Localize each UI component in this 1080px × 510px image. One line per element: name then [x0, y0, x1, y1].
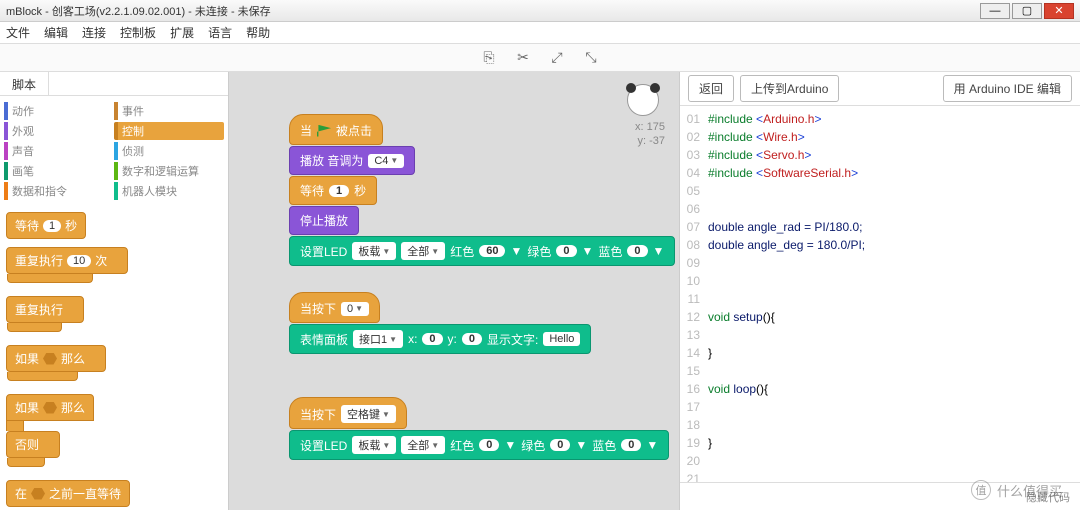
close-button[interactable]: ✕	[1044, 3, 1074, 19]
code-line: 10	[680, 272, 1080, 290]
palette-ifelse-if[interactable]: 如果那么	[6, 394, 94, 421]
code-line: 16void loop(){	[680, 380, 1080, 398]
code-line: 05	[680, 182, 1080, 200]
code-toolbar: 返回 上传到Arduino 用 Arduino IDE 编辑	[680, 72, 1080, 106]
hat-key-pressed-space[interactable]: 当按下空格键▼	[289, 397, 407, 429]
tab-scripts[interactable]: 脚本	[0, 72, 49, 95]
block-palette: 等待1秒 重复执行10次 重复执行 如果那么 如果那么 否则 在之前一直等待 重…	[0, 208, 228, 510]
watermark: 值什么值得买	[971, 480, 1062, 500]
cat-motion[interactable]: 动作	[4, 102, 114, 120]
menu-help[interactable]: 帮助	[246, 24, 270, 41]
cat-looks[interactable]: 外观	[4, 122, 114, 140]
code-line: 07double angle_rad = PI/180.0;	[680, 218, 1080, 236]
script-stack-1[interactable]: 当被点击 播放 音调为C4▼ 等待1秒 停止播放 设置LED板载▼全部▼ 红色6…	[289, 114, 675, 267]
code-line: 12void setup(){	[680, 308, 1080, 326]
block-face-panel[interactable]: 表情面板接口1▼ x:0 y:0 显示文字:Hello	[289, 324, 591, 354]
menu-boards[interactable]: 控制板	[120, 24, 156, 41]
main-area: 脚本 动作 外观 声音 画笔 数据和指令 事件 控制 侦测 数字和逻辑运算 机器…	[0, 72, 1080, 510]
block-play-note[interactable]: 播放 音调为C4▼	[289, 146, 415, 175]
cat-events[interactable]: 事件	[114, 102, 224, 120]
cut-icon[interactable]: ✂	[515, 50, 531, 66]
code-line: 18	[680, 416, 1080, 434]
block-set-led-2[interactable]: 设置LED板载▼全部▼ 红色0▼ 绿色0▼ 蓝色0▼	[289, 430, 669, 460]
cat-sound[interactable]: 声音	[4, 142, 114, 160]
cat-control[interactable]: 控制	[114, 122, 224, 140]
menu-language[interactable]: 语言	[208, 24, 232, 41]
hat-key-pressed-0[interactable]: 当按下0▼	[289, 292, 380, 323]
palette-ifelse-else[interactable]: 否则	[6, 431, 60, 458]
script-stack-3[interactable]: 当按下空格键▼ 设置LED板载▼全部▼ 红色0▼ 绿色0▼ 蓝色0▼	[289, 397, 669, 461]
code-line: 08double angle_deg = 180.0/PI;	[680, 236, 1080, 254]
ide-button[interactable]: 用 Arduino IDE 编辑	[943, 75, 1072, 102]
window-titlebar: mBlock - 创客工场(v2.2.1.09.02.001) - 未连接 - …	[0, 0, 1080, 22]
menu-bar: 文件 编辑 连接 控制板 扩展 语言 帮助	[0, 22, 1080, 44]
palette-wait-until[interactable]: 在之前一直等待	[6, 480, 130, 507]
code-line: 02#include <Wire.h>	[680, 128, 1080, 146]
block-set-led-1[interactable]: 设置LED板载▼全部▼ 红色60▼ 绿色0▼ 蓝色0▼	[289, 236, 675, 266]
palette-repeat[interactable]: 重复执行10次	[6, 247, 128, 274]
minimize-button[interactable]: —	[980, 3, 1010, 19]
cat-robots[interactable]: 机器人模块	[114, 182, 224, 200]
code-line: 20	[680, 452, 1080, 470]
block-stop-play[interactable]: 停止播放	[289, 206, 359, 235]
code-line: 11	[680, 290, 1080, 308]
code-line: 01#include <Arduino.h>	[680, 110, 1080, 128]
category-list: 动作 外观 声音 画笔 数据和指令 事件 控制 侦测 数字和逻辑运算 机器人模块	[0, 96, 228, 208]
code-line: 17	[680, 398, 1080, 416]
cat-pen[interactable]: 画笔	[4, 162, 114, 180]
toolbar: ⎘ ✂ ⤢ ⤡	[0, 44, 1080, 72]
sprite-panda-icon	[627, 84, 659, 116]
code-line: 19}	[680, 434, 1080, 452]
back-button[interactable]: 返回	[688, 75, 734, 102]
code-line: 06	[680, 200, 1080, 218]
window-title: mBlock - 创客工场(v2.2.1.09.02.001) - 未连接 - …	[6, 3, 980, 19]
script-stage[interactable]: x: 175y: -37 当被点击 播放 音调为C4▼ 等待1秒 停止播放 设置…	[228, 72, 680, 510]
code-line: 13	[680, 326, 1080, 344]
hat-flag-clicked[interactable]: 当被点击	[289, 114, 383, 145]
code-line: 04#include <SoftwareSerial.h>	[680, 164, 1080, 182]
grow-icon[interactable]: ⤢	[549, 50, 565, 66]
blocks-panel: 脚本 动作 外观 声音 画笔 数据和指令 事件 控制 侦测 数字和逻辑运算 机器…	[0, 72, 228, 510]
menu-file[interactable]: 文件	[6, 24, 30, 41]
code-line: 09	[680, 254, 1080, 272]
cat-sensing[interactable]: 侦测	[114, 142, 224, 160]
code-editor[interactable]: 01#include <Arduino.h>02#include <Wire.h…	[680, 106, 1080, 482]
cat-operators[interactable]: 数字和逻辑运算	[114, 162, 224, 180]
upload-button[interactable]: 上传到Arduino	[740, 75, 839, 102]
code-line: 03#include <Servo.h>	[680, 146, 1080, 164]
script-stack-2[interactable]: 当按下0▼ 表情面板接口1▼ x:0 y:0 显示文字:Hello	[289, 292, 591, 355]
tab-row: 脚本	[0, 72, 228, 96]
flag-icon	[317, 125, 331, 137]
block-wait[interactable]: 等待1秒	[289, 176, 377, 205]
menu-extensions[interactable]: 扩展	[170, 24, 194, 41]
palette-forever[interactable]: 重复执行	[6, 296, 84, 323]
cat-data[interactable]: 数据和指令	[4, 182, 114, 200]
maximize-button[interactable]: ▢	[1012, 3, 1042, 19]
code-line: 15	[680, 362, 1080, 380]
menu-connect[interactable]: 连接	[82, 24, 106, 41]
palette-if[interactable]: 如果那么	[6, 345, 106, 372]
code-panel: 返回 上传到Arduino 用 Arduino IDE 编辑 01#includ…	[680, 72, 1080, 510]
palette-wait[interactable]: 等待1秒	[6, 212, 86, 239]
menu-edit[interactable]: 编辑	[44, 24, 68, 41]
code-line: 14}	[680, 344, 1080, 362]
stamp-icon[interactable]: ⎘	[481, 50, 497, 66]
window-controls: — ▢ ✕	[980, 3, 1074, 19]
shrink-icon[interactable]: ⤡	[583, 50, 599, 66]
